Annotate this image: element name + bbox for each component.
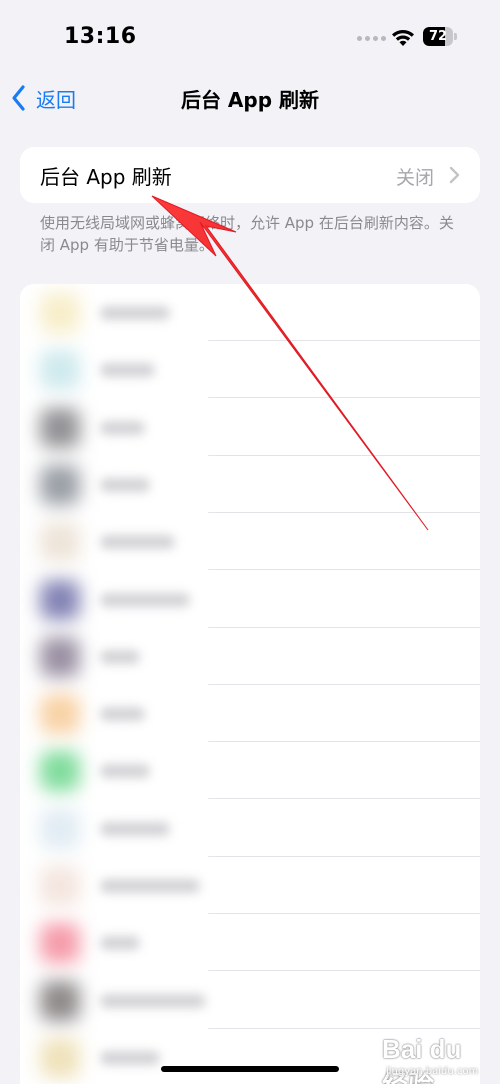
baidu-watermark: Bai du 经验 jingyan.baidu.com <box>382 1030 482 1084</box>
background-app-refresh-row[interactable]: 后台 App 刷新 关闭 <box>20 147 480 203</box>
blur-overlay <box>20 284 208 1084</box>
battery-level: 72 <box>428 29 448 44</box>
screen: 13:16 72 返回 后台 App 刷新 后台 App 刷新 关闭 使用无线局… <box>0 0 500 1084</box>
watermark-url: jingyan.baidu.com <box>386 1066 479 1077</box>
wifi-icon <box>392 30 414 46</box>
page-title: 后台 App 刷新 <box>180 88 320 112</box>
battery-icon: 72 <box>423 27 457 46</box>
status-time: 13:16 <box>64 24 137 49</box>
setting-value: 关闭 <box>395 167 434 189</box>
home-indicator[interactable] <box>161 1066 339 1072</box>
signal-dots-icon <box>357 36 386 41</box>
navigation-bar: 返回 后台 App 刷新 <box>0 76 500 120</box>
app-list <box>20 284 480 1084</box>
setting-label: 后台 App 刷新 <box>40 165 172 189</box>
status-bar: 13:16 72 <box>0 0 500 76</box>
setting-footnote: 使用无线局域网或蜂窝网络时，允许 App 在后台刷新内容。关闭 App 有助于节… <box>40 214 454 254</box>
chevron-right-icon <box>449 166 460 184</box>
